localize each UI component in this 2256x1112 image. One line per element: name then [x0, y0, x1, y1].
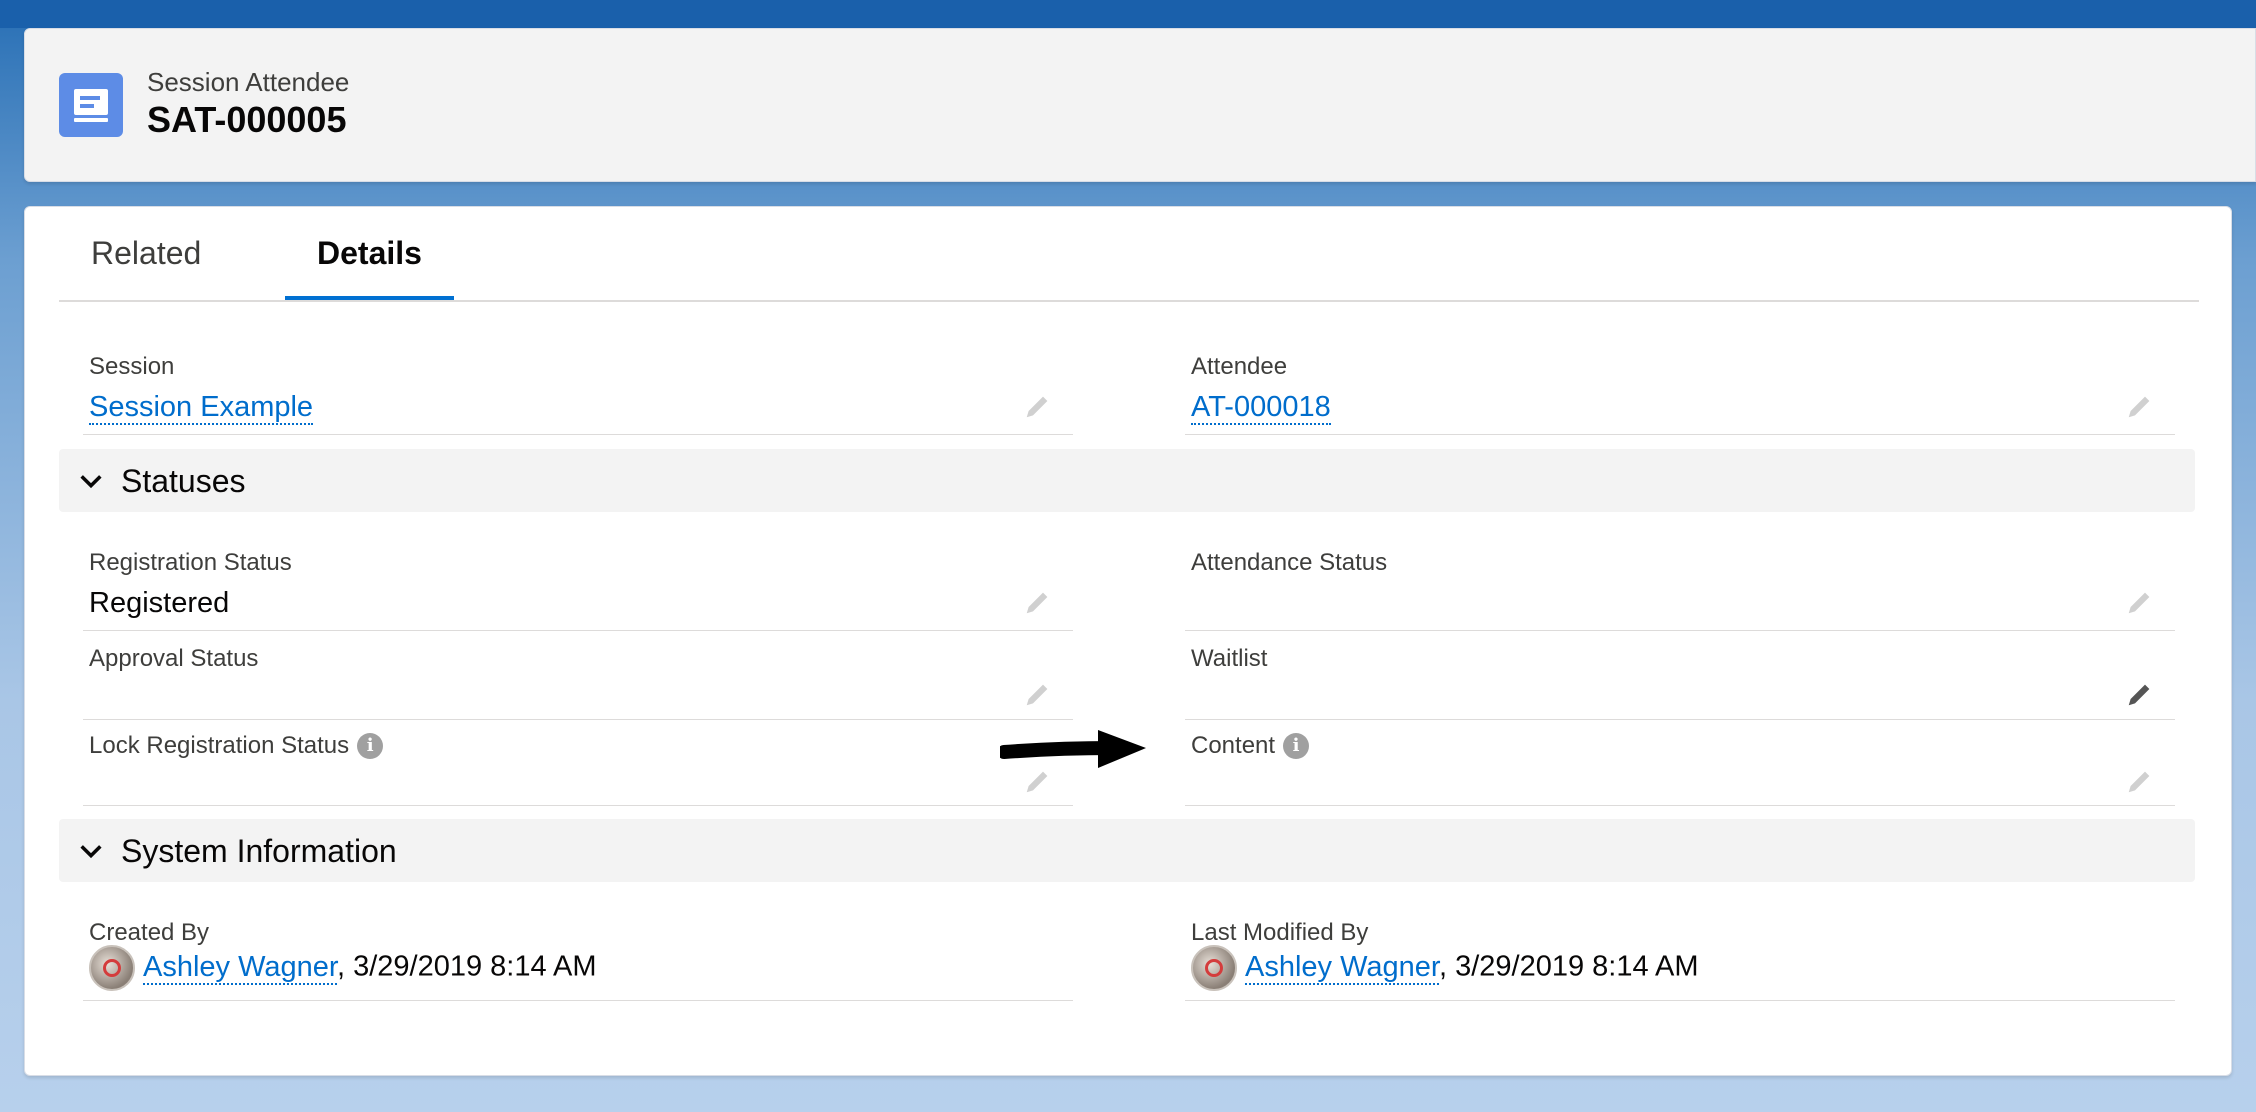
session-link[interactable]: Session Example — [89, 391, 314, 425]
field-waitlist: Waitlist — [1185, 631, 2175, 720]
info-icon[interactable]: i — [357, 733, 384, 759]
field-registration-status: Registration Status Registered — [83, 529, 1073, 631]
created-by-user-link[interactable]: Ashley Wagner — [143, 950, 337, 985]
edit-pencil-icon[interactable] — [2125, 587, 2155, 617]
field-label: Attendance Status — [1191, 549, 1388, 576]
field-label: Waitlist — [1191, 645, 1268, 672]
tab-related[interactable]: Related — [59, 235, 233, 300]
field-label: Attendee — [1191, 353, 1288, 380]
edit-pencil-icon[interactable] — [1023, 587, 1053, 617]
info-icon[interactable]: i — [1283, 733, 1310, 759]
field-last-modified-by: Last Modified By Ashley Wagner, 3/29/201… — [1185, 899, 2175, 1001]
section-title: Statuses — [121, 463, 246, 499]
field-value: AT-000018 — [1191, 391, 1331, 425]
section-title: System Information — [121, 833, 397, 869]
field-label: Last Modified By — [1191, 919, 1369, 946]
field-value: Registered — [89, 587, 230, 619]
last-modified-by-user-link[interactable]: Ashley Wagner — [1245, 950, 1439, 985]
edit-pencil-icon[interactable] — [1023, 679, 1053, 709]
avatar — [1191, 945, 1237, 991]
field-label: Approval Status — [89, 645, 259, 672]
field-label: Session — [89, 353, 175, 380]
avatar — [89, 945, 135, 991]
field-lock-registration-status: Lock Registration Status i — [83, 720, 1073, 806]
record-header: Session Attendee SAT-000005 — [24, 28, 2256, 182]
field-approval-status: Approval Status — [83, 631, 1073, 720]
field-created-by: Created By Ashley Wagner, 3/29/2019 8:14… — [83, 899, 1073, 1001]
app-top-strip — [0, 0, 2256, 28]
chevron-down-icon — [80, 845, 102, 859]
edit-pencil-icon[interactable] — [1023, 391, 1053, 421]
field-value: Ashley Wagner, 3/29/2019 8:14 AM — [89, 945, 597, 991]
annotation-arrow-icon — [1000, 730, 1146, 768]
field-label: Registration Status — [89, 549, 292, 576]
chevron-down-icon — [80, 475, 102, 489]
object-type-label: Session Attendee — [147, 67, 350, 97]
record-icon — [59, 73, 123, 137]
tab-details[interactable]: Details — [285, 235, 454, 300]
field-attendee: Attendee AT-000018 — [1185, 333, 2175, 435]
lock-registration-status-label: Lock Registration Status — [89, 732, 350, 759]
field-label: Content i — [1191, 732, 1310, 760]
tab-bar: Related Details — [59, 207, 2199, 302]
last-modified-date: , 3/29/2019 8:14 AM — [1438, 950, 1699, 983]
record-name: SAT-000005 — [147, 99, 347, 140]
field-content: Content i — [1185, 720, 2175, 806]
created-date: , 3/29/2019 8:14 AM — [336, 950, 597, 983]
field-value: Session Example — [89, 391, 314, 425]
section-system-information-header[interactable]: System Information — [59, 819, 2195, 882]
field-session: Session Session Example — [83, 333, 1073, 435]
field-label: Lock Registration Status i — [89, 732, 384, 760]
field-label: Created By — [89, 919, 210, 946]
field-attendance-status: Attendance Status — [1185, 529, 2175, 631]
edit-pencil-icon[interactable] — [2125, 766, 2155, 796]
field-value: Ashley Wagner, 3/29/2019 8:14 AM — [1191, 945, 1699, 991]
record-detail-card: Related Details Session Session Example … — [24, 206, 2232, 1076]
section-statuses-header[interactable]: Statuses — [59, 449, 2195, 512]
attendee-link[interactable]: AT-000018 — [1191, 391, 1331, 425]
edit-pencil-icon[interactable] — [2125, 391, 2155, 421]
content-label: Content — [1191, 732, 1276, 759]
edit-pencil-icon[interactable] — [2125, 679, 2155, 709]
